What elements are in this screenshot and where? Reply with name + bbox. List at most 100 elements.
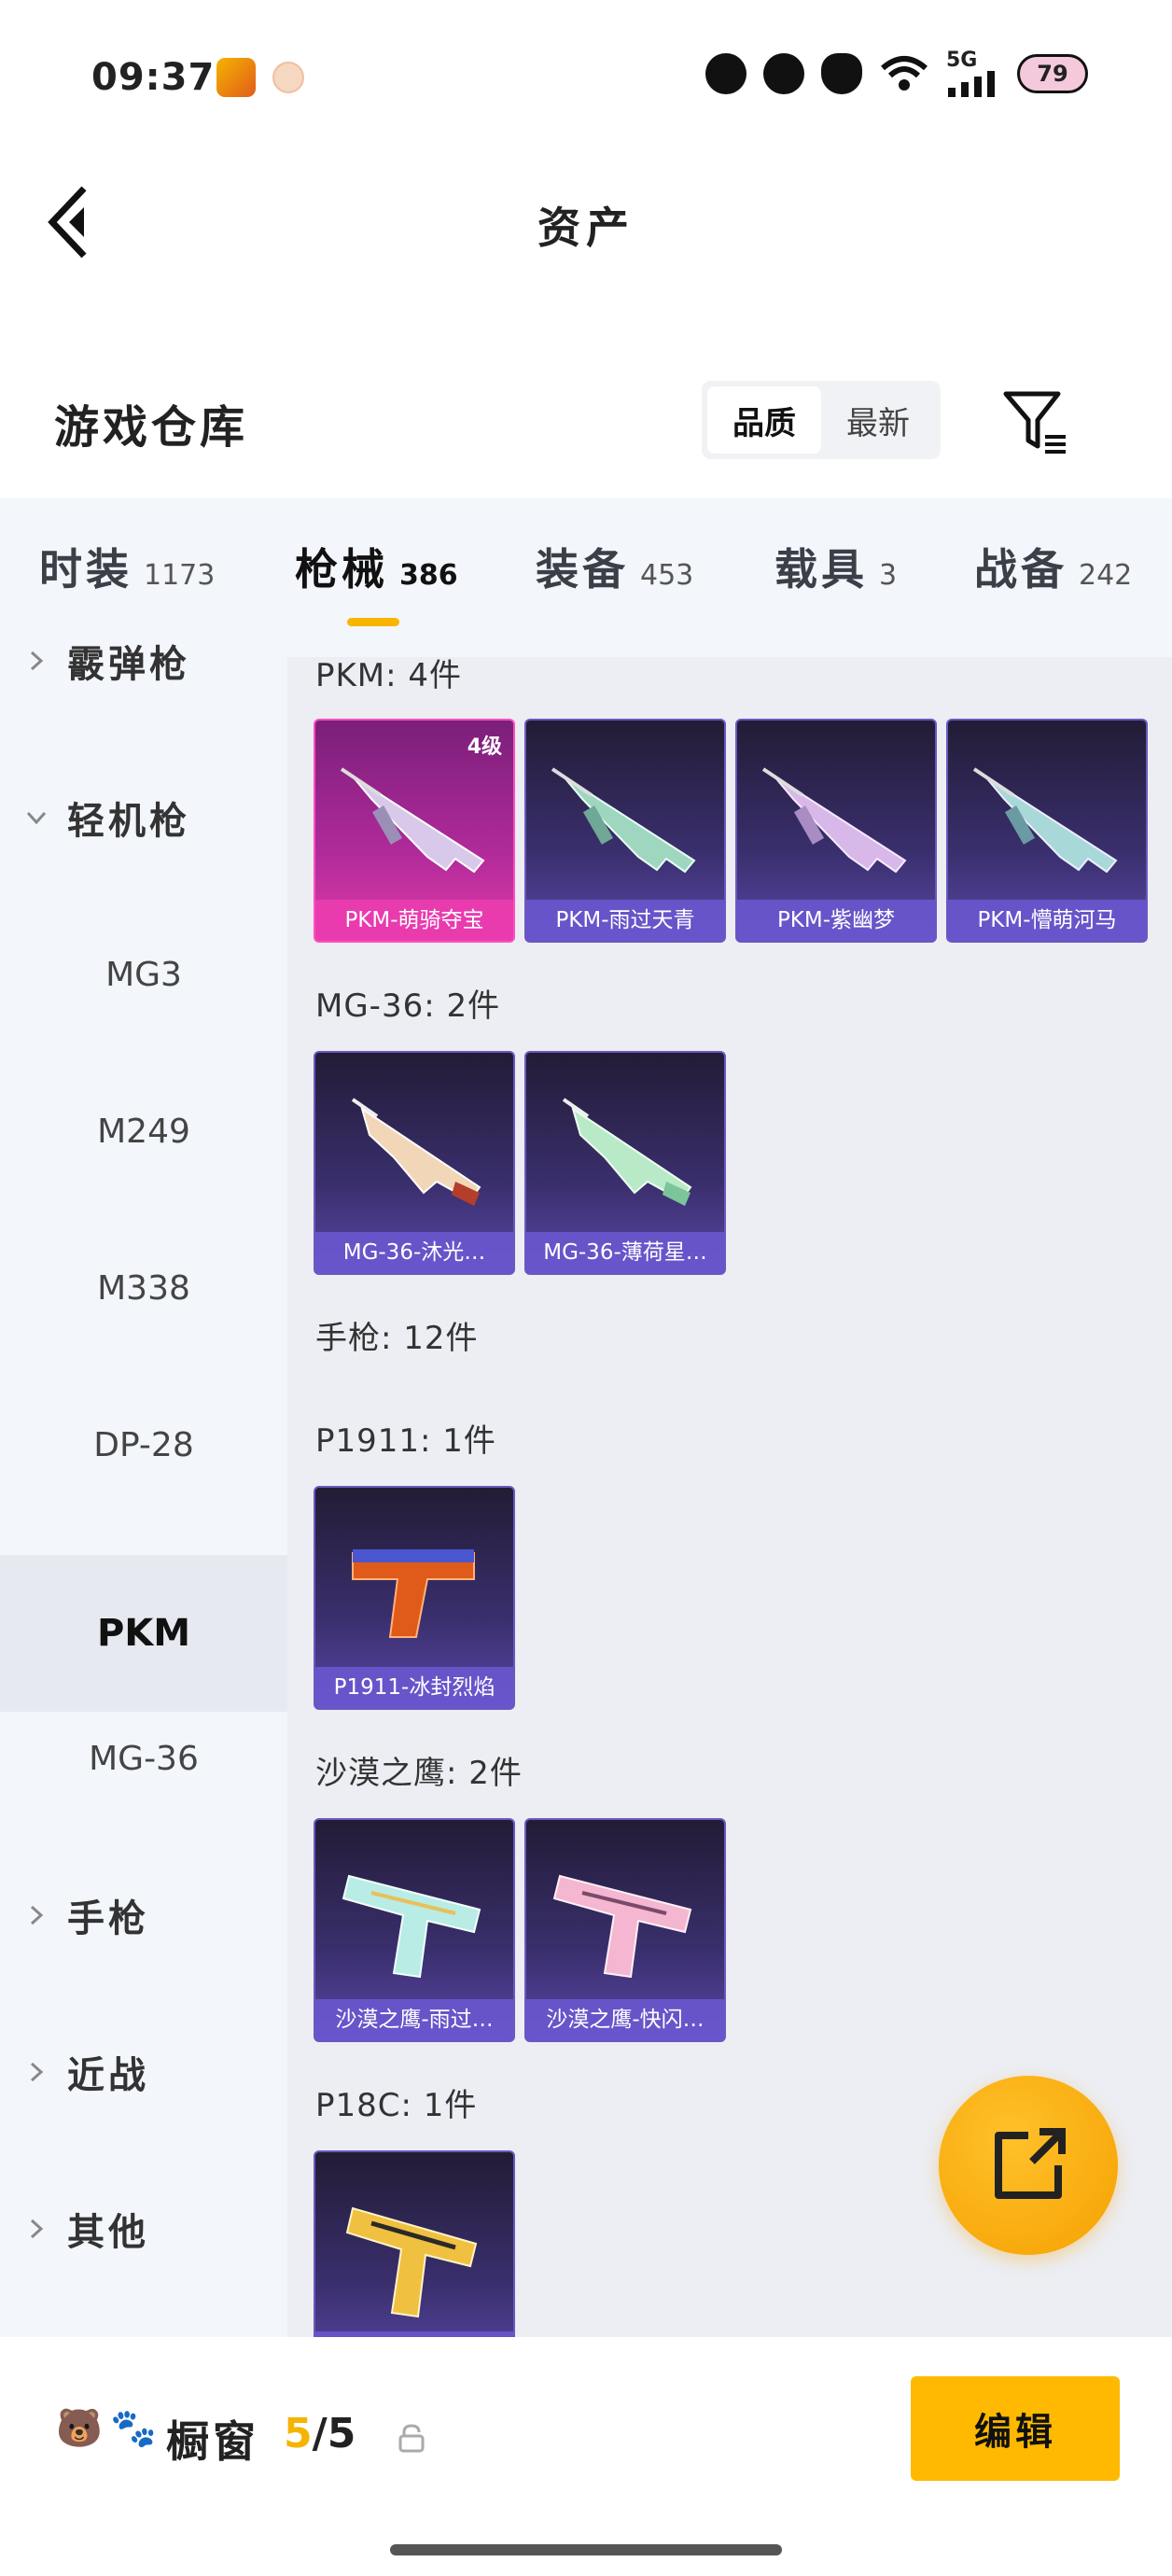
sidebar-item-dp28[interactable]: DP-28 (0, 1366, 287, 1523)
item-name: PKM-紫幽梦 (737, 900, 935, 941)
wifi-icon (881, 56, 928, 91)
sidebar-item-other[interactable]: 其他 (0, 2150, 287, 2307)
app-notification-icon (216, 58, 256, 97)
battery-indicator: 79 (1017, 54, 1088, 93)
sidebar-item-label: DP-28 (93, 1425, 194, 1464)
item-name: PKM-懵萌河马 (948, 900, 1146, 941)
active-tab-indicator (347, 618, 399, 626)
sidebar-item-label: 手枪 (67, 1897, 149, 1940)
sidebar-item-label: 其他 (67, 2211, 149, 2254)
item-name: PKM-萌骑夺宝 (315, 900, 513, 941)
share-icon (995, 2128, 1066, 2199)
sidebar-item-label: PKM (96, 1612, 191, 1655)
item-name: 沙漠之鹰-雨过… (315, 1999, 513, 2040)
warehouse-title: 游戏仓库 (54, 401, 249, 454)
item-name: MG-36-薄荷星… (526, 1232, 724, 1273)
item-card[interactable]: P1911-冰封烈焰 (314, 1486, 515, 1710)
showcase-count: 5/5 (284, 2410, 356, 2457)
chevron-right-icon (30, 651, 44, 671)
tab-count: 453 (640, 559, 694, 592)
pistol-icon (342, 1874, 481, 1979)
sort-quality-button[interactable]: 品质 (707, 386, 821, 454)
page-title: 资产 (537, 203, 635, 253)
item-name: 沙漠之鹰-快闪… (526, 1999, 724, 2040)
tab-equipment[interactable]: 装备 453 (536, 536, 693, 597)
sidebar-item-label: 近战 (67, 2054, 149, 2097)
pistol-icon (552, 1874, 692, 1979)
pistol-icon (345, 2206, 478, 2318)
sidebar-item-mg36[interactable]: MG-36 (0, 1680, 287, 1837)
bear-icon: 🐻 (56, 2407, 103, 2450)
sort-latest-button[interactable]: 最新 (821, 386, 935, 454)
tab-vehicles[interactable]: 载具 3 (774, 536, 897, 597)
tab-count: 386 (399, 559, 458, 592)
sidebar-item-lmg[interactable]: 轻机枪 (0, 739, 287, 896)
sidebar-item-label: 霰弹枪 (67, 643, 190, 686)
showcase-label: 橱窗 (166, 2416, 259, 2467)
sidebar-item-melee[interactable]: 近战 (0, 1994, 287, 2150)
tab-count: 3 (879, 559, 898, 592)
sort-toggle: 品质 最新 (702, 381, 941, 459)
section-label-p1911: P1911: 1件 (315, 1422, 496, 1460)
sidebar-item-shotgun[interactable]: 霰弹枪 (0, 582, 287, 739)
sidebar-item-label: MG3 (105, 955, 182, 994)
machine-gun-icon (972, 767, 1118, 874)
item-card[interactable]: MG-36-薄荷星… (524, 1051, 726, 1275)
machine-gun-icon (551, 767, 696, 874)
tab-label: 装备 (536, 544, 629, 595)
item-name: P1911-冰封烈焰 (315, 1667, 513, 1708)
machine-gun-icon (761, 767, 907, 874)
network-type: 5G (946, 49, 978, 72)
section-label-deagle: 沙漠之鹰: 2件 (315, 1755, 523, 1792)
section-label-mg36: MG-36: 2件 (315, 987, 501, 1025)
tab-label: 载具 (774, 544, 868, 595)
sidebar-item-pistol[interactable]: 手枪 (0, 1837, 287, 1994)
chevron-down-icon (26, 811, 47, 825)
edit-button[interactable]: 编辑 (911, 2376, 1120, 2481)
status-bar: 09:37 5G 79 (0, 0, 1172, 159)
item-level-badge: 4级 (467, 735, 502, 759)
sidebar-item-label: 轻机枪 (67, 800, 190, 843)
item-name: MG-36-沐光… (315, 1232, 513, 1273)
showcase-count-current: 5 (284, 2410, 313, 2457)
item-card[interactable]: MG-36-沐光… (314, 1051, 515, 1275)
item-card[interactable]: PKM-雨过天青 (524, 719, 726, 943)
showcase-count-total: /5 (312, 2410, 356, 2457)
rifle-icon (562, 1098, 692, 1206)
sidebar-item-m249[interactable]: M249 (0, 1053, 287, 1210)
status-app-icon (763, 53, 804, 94)
chevron-right-icon (30, 1905, 44, 1925)
item-name (315, 2331, 513, 2337)
weapon-type-sidebar: 霰弹枪 轻机枪 MG3 M249 M338 DP-28 PKM MG-36 手枪… (0, 643, 287, 2337)
item-card[interactable] (314, 2150, 515, 2337)
rifle-icon (351, 1098, 481, 1206)
item-card[interactable]: 沙漠之鹰-雨过… (314, 1818, 515, 2042)
signal-bars-icon (948, 71, 995, 97)
filter-button[interactable] (998, 385, 1073, 459)
tab-label: 战备 (974, 544, 1067, 595)
tab-supplies[interactable]: 战备 242 (974, 536, 1132, 597)
tab-firearms[interactable]: 枪械 386 (295, 536, 458, 597)
item-card[interactable]: PKM-懵萌河马 (946, 719, 1148, 943)
sidebar-item-label: M338 (97, 1268, 190, 1308)
sidebar-item-m338[interactable]: M338 (0, 1210, 287, 1366)
section-label-pkm: PKM: 4件 (315, 657, 463, 694)
paw-icon: 🐾 (110, 2407, 157, 2450)
item-card[interactable]: 4级 PKM-萌骑夺宝 (314, 719, 515, 943)
item-card[interactable]: PKM-紫幽梦 (735, 719, 937, 943)
sidebar-item-label: MG-36 (89, 1739, 199, 1778)
bottom-bar: 🐻 🐾 橱窗 5/5 编辑 (0, 2339, 1172, 2576)
item-name: PKM-雨过天青 (526, 900, 724, 941)
sidebar-item-mg3[interactable]: MG3 (0, 896, 287, 1053)
item-card[interactable]: 沙漠之鹰-快闪… (524, 1818, 726, 2042)
lock-icon (398, 2424, 425, 2453)
tab-label: 枪械 (295, 544, 388, 595)
share-fab-button[interactable] (939, 2076, 1118, 2255)
home-indicator[interactable] (390, 2544, 782, 2555)
chevron-right-icon (30, 2219, 44, 2239)
section-label-p18c: P18C: 1件 (315, 2087, 478, 2124)
status-icons: 5G 79 (705, 50, 1088, 97)
tab-count: 242 (1079, 559, 1133, 592)
filter-icon (1003, 391, 1066, 454)
paw-icon (821, 53, 862, 94)
